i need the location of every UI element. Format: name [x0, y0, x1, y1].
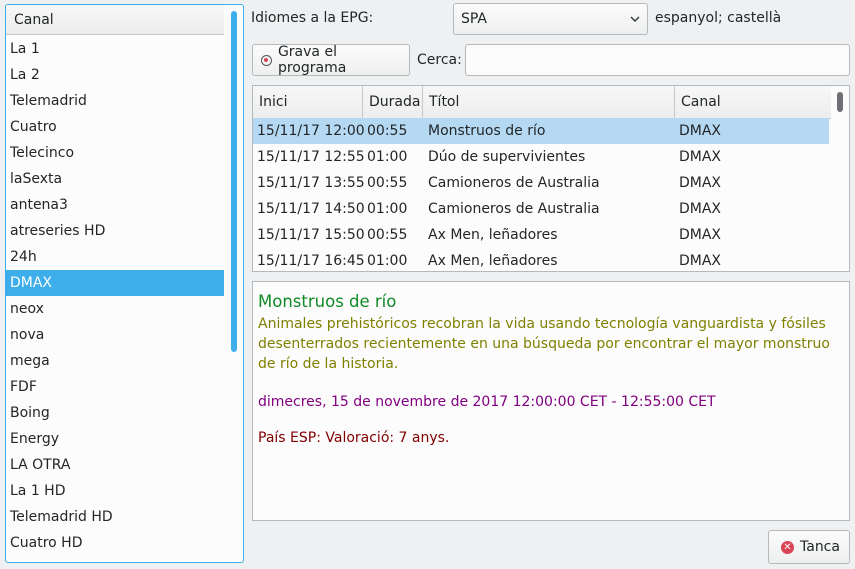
detail-description: Animales prehistóricos recobran la vida …	[258, 316, 830, 372]
row-start: 15/11/17 14:50	[257, 201, 365, 217]
channel-item[interactable]: La 2	[6, 62, 224, 88]
channel-item[interactable]: neox	[6, 296, 224, 322]
row-channel: DMAX	[679, 227, 722, 243]
channel-item[interactable]: Cuatro HD	[6, 530, 224, 556]
record-program-button[interactable]: Grava el programa	[252, 44, 410, 76]
row-start: 15/11/17 16:45	[257, 253, 365, 269]
row-duration: 00:55	[367, 175, 408, 191]
channel-item[interactable]: atreseries HD	[6, 218, 224, 244]
channel-item[interactable]: Telemadrid	[6, 88, 224, 114]
program-row[interactable]: 15/11/17 12:00 00:55 Monstruos de río DMAX	[253, 118, 829, 144]
column-header-title[interactable]: Títol	[423, 86, 675, 118]
close-button[interactable]: ✕ Tanca	[768, 530, 850, 564]
program-table[interactable]: Inici Durada Títol Canal 15/11/17 12:00 0…	[252, 85, 850, 272]
close-label: Tanca	[800, 539, 840, 555]
program-row[interactable]: 15/11/17 16:45 01:00 Ax Men, leñadores DMAX	[253, 248, 829, 271]
row-duration: 00:55	[367, 123, 408, 139]
row-duration: 01:00	[367, 149, 408, 165]
program-row[interactable]: 15/11/17 15:50 00:55 Ax Men, leñadores DMAX	[253, 222, 829, 248]
row-channel: DMAX	[679, 123, 722, 139]
channel-item[interactable]: Energy	[6, 426, 224, 452]
epg-language-value: SPA	[461, 11, 488, 27]
row-channel: DMAX	[679, 149, 722, 165]
channel-item[interactable]: Boing	[6, 400, 224, 426]
row-start: 15/11/17 13:55	[257, 175, 365, 191]
channel-list-panel[interactable]: Canal La 1 La 2 Telemadrid Cuatro Telecinco l…	[5, 4, 244, 563]
row-start: 15/11/17 15:50	[257, 227, 365, 243]
detail-datetime: dimecres, 15 de novembre de 2017 12:00:0…	[258, 394, 716, 410]
program-row[interactable]: 15/11/17 12:55 01:00 Dúo de supervivientes…	[253, 144, 829, 170]
channel-item[interactable]: antena3	[6, 192, 224, 218]
row-title: Ax Men, leñadores	[428, 253, 558, 269]
row-title: Monstruos de río	[428, 123, 546, 139]
channel-item[interactable]: nova	[6, 322, 224, 348]
close-icon: ✕	[781, 540, 794, 554]
detail-title: Monstruos de río	[258, 292, 397, 311]
channel-list[interactable]: La 1 La 2 Telemadrid Cuatro Telecinco laSexta…	[6, 36, 224, 556]
epg-language-description: espanyol; castellà	[655, 10, 782, 26]
search-label: Cerca:	[417, 52, 462, 68]
epg-language-select[interactable]: SPA	[453, 3, 648, 35]
row-start: 15/11/17 12:55	[257, 149, 365, 165]
program-row[interactable]: 15/11/17 13:55 00:55 Camioneros de Austral…	[253, 170, 829, 196]
channel-item[interactable]: laSexta	[6, 166, 224, 192]
program-table-scrollbar[interactable]	[837, 92, 843, 112]
row-title: Dúo de supervivientes	[428, 149, 586, 165]
program-row[interactable]: 15/11/17 14:50 01:00 Camioneros de Austral…	[253, 196, 829, 222]
detail-rating: País ESP: Valoració: 7 anys.	[258, 430, 450, 446]
record-program-label: Grava el programa	[277, 44, 347, 76]
channel-item[interactable]: FDF	[6, 374, 224, 400]
epg-language-label: Idiomes a la EPG:	[251, 10, 374, 26]
channel-list-scrollbar[interactable]	[231, 11, 237, 352]
program-details-panel: Monstruos de río Animales prehistóricos …	[252, 281, 850, 521]
row-channel: DMAX	[679, 253, 722, 269]
row-channel: DMAX	[679, 175, 722, 191]
search-input[interactable]	[465, 44, 850, 76]
column-header-channel[interactable]: Canal	[675, 86, 831, 118]
channel-item[interactable]: Cuatro	[6, 114, 224, 140]
channel-item[interactable]: LA OTRA	[6, 452, 224, 478]
channel-item[interactable]: Telemadrid HD	[6, 504, 224, 530]
channel-item[interactable]: La 1 HD	[6, 478, 224, 504]
program-table-header: Inici Durada Títol Canal	[253, 86, 831, 119]
channel-item[interactable]: Telecinco	[6, 140, 224, 166]
channel-item[interactable]: La 1	[6, 36, 224, 62]
chevron-down-icon	[630, 16, 640, 22]
channel-item[interactable]: mega	[6, 348, 224, 374]
channel-item[interactable]: 24h	[6, 244, 224, 270]
row-start: 15/11/17 12:00	[257, 123, 365, 139]
row-title: Camioneros de Australia	[428, 175, 600, 191]
channel-column-header[interactable]: Canal	[6, 5, 224, 35]
channel-item[interactable]: DMAX	[6, 270, 224, 296]
row-duration: 01:00	[367, 253, 408, 269]
row-title: Ax Men, leñadores	[428, 227, 558, 243]
column-header-start[interactable]: Inici	[253, 86, 363, 118]
column-header-duration[interactable]: Durada	[363, 86, 423, 118]
row-duration: 00:55	[367, 227, 408, 243]
record-icon	[261, 54, 272, 66]
row-duration: 01:00	[367, 201, 408, 217]
row-channel: DMAX	[679, 201, 722, 217]
row-title: Camioneros de Australia	[428, 201, 600, 217]
